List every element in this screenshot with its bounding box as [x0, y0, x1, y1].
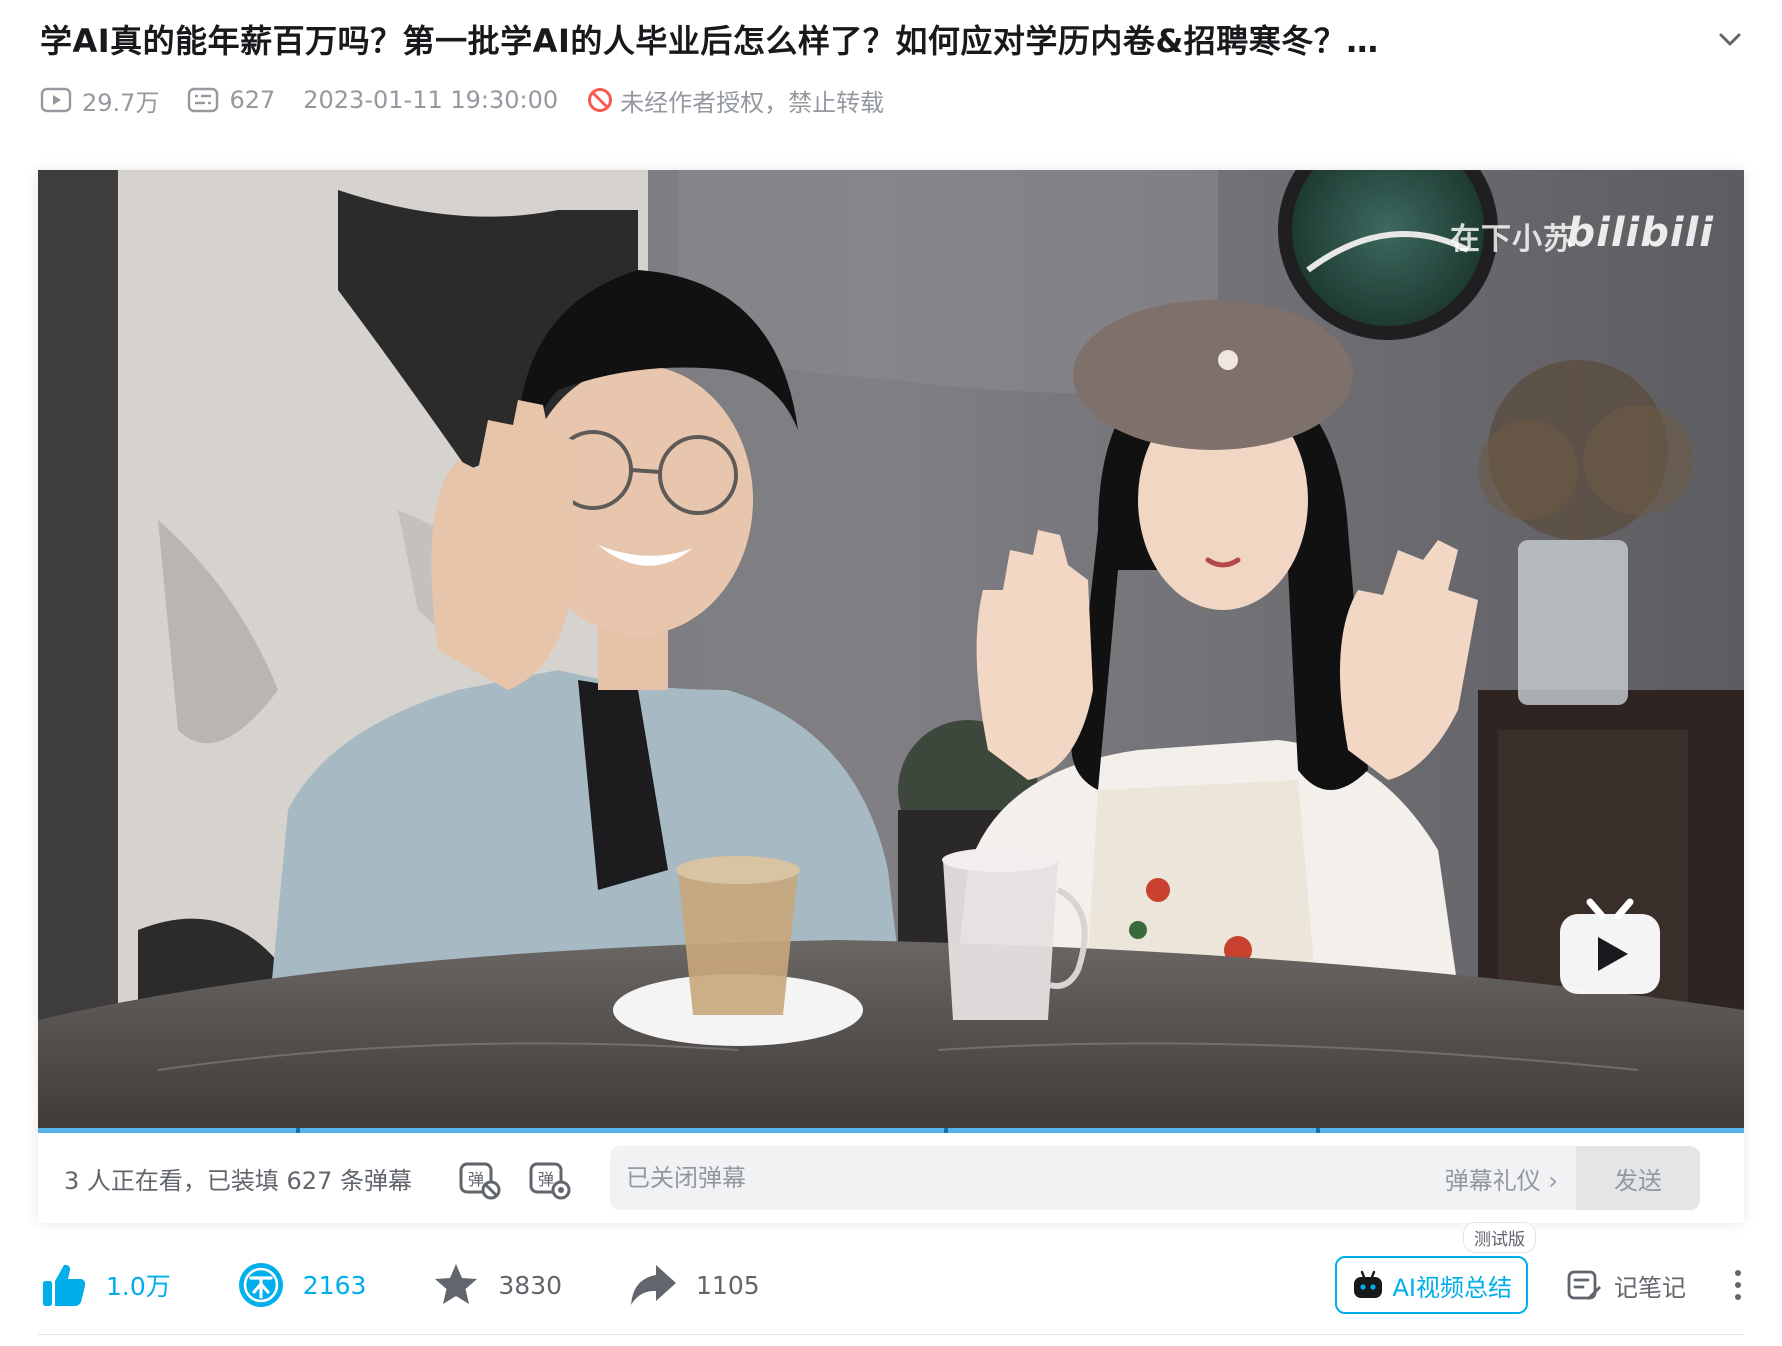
- watermark-logo: bilibili: [1566, 210, 1714, 256]
- video-action-bar: 1.0万 2163 3830 1105 测试版 AI视频总结 记笔记: [40, 1222, 1751, 1317]
- viewer-count-text: 3 人正在看，已装填 627 条弹幕: [64, 1166, 412, 1195]
- danmaku-toggle-icon: 弹: [459, 1162, 501, 1200]
- coin-icon: [238, 1263, 283, 1307]
- like-count: 1.0万: [106, 1272, 171, 1301]
- svg-text:弹: 弹: [468, 1170, 484, 1189]
- tv-play-icon[interactable]: [1556, 892, 1664, 1000]
- section-divider: [38, 1334, 1744, 1335]
- right-actions: 测试版 AI视频总结 记笔记: [1334, 1222, 1751, 1314]
- danmaku-toggle-button[interactable]: 弹: [456, 1155, 502, 1201]
- publish-time: 2023-01-11 19:30:00: [303, 86, 559, 114]
- video-title: 学AI真的能年薪百万吗？第一批学AI的人毕业后怎么样了？如何应对学历内卷&招聘寒…: [40, 22, 1379, 60]
- favorite-count: 3830: [498, 1270, 563, 1300]
- video-player: 在下小苏 bilibili 3 人正在看，已装填 627 条弹幕 弹 弹 已关闭…: [38, 170, 1744, 1223]
- danmaku-bar: 3 人正在看，已装填 627 条弹幕 弹 弹 弹幕礼仪 › 发送: [38, 1133, 1744, 1223]
- more-icon-dot: [1735, 1294, 1741, 1300]
- expand-title-button[interactable]: [1710, 19, 1750, 59]
- play-count-value: 29.7万: [82, 88, 160, 117]
- video-title-row: 学AI真的能年薪百万吗？第一批学AI的人毕业后怎么样了？如何应对学历内卷&招聘寒…: [40, 14, 1750, 64]
- favorite-button[interactable]: 3830: [432, 1261, 562, 1309]
- play-count-icon: [40, 87, 72, 113]
- like-button[interactable]: 1.0万: [40, 1261, 171, 1309]
- danmaku-etiquette-link[interactable]: 弹幕礼仪 ›: [1445, 1161, 1558, 1196]
- share-button[interactable]: 1105: [628, 1261, 760, 1309]
- svg-text:弹: 弹: [538, 1170, 554, 1189]
- more-button[interactable]: [1726, 1267, 1750, 1303]
- danmaku-settings-button[interactable]: 弹: [526, 1155, 572, 1201]
- danmaku-send-button[interactable]: 发送: [1575, 1146, 1700, 1210]
- copyright-notice-text: 未经作者授权，禁止转载: [620, 88, 885, 117]
- copyright-notice: 未经作者授权，禁止转载: [586, 83, 884, 118]
- ai-summary-label: AI视频总结: [1392, 1273, 1513, 1302]
- danmaku-input[interactable]: [609, 1146, 1445, 1210]
- danmaku-input-wrap: 弹幕礼仪 › 发送: [609, 1146, 1700, 1210]
- like-icon: [43, 1264, 86, 1306]
- more-icon-dot: [1735, 1282, 1741, 1288]
- notes-button[interactable]: 记笔记: [1566, 1268, 1686, 1303]
- ai-robot-icon: [1353, 1270, 1382, 1298]
- notes-label: 记笔记: [1614, 1273, 1686, 1302]
- share-count: 1105: [696, 1270, 760, 1300]
- no-repost-icon: [588, 88, 613, 112]
- coin-button[interactable]: 2163: [237, 1261, 367, 1309]
- watermark-author: 在下小苏: [1450, 222, 1574, 257]
- more-icon-dot: [1735, 1270, 1741, 1276]
- danmaku-count: 627: [187, 86, 275, 114]
- ai-summary-button[interactable]: 测试版 AI视频总结: [1334, 1222, 1536, 1314]
- play-count: 29.7万: [40, 83, 159, 118]
- video-scene: [38, 170, 1744, 1128]
- danmaku-count-value: 627: [229, 86, 276, 114]
- star-icon: [435, 1264, 478, 1304]
- danmaku-settings-icon: 弹: [529, 1162, 571, 1200]
- notes-icon: [1567, 1270, 1601, 1300]
- video-meta: 29.7万 627 2023-01-11 19:30:00 未经作者授权，禁止转…: [40, 80, 884, 120]
- beta-badge: 测试版: [1463, 1222, 1536, 1253]
- chevron-down-icon: [1719, 33, 1741, 46]
- danmaku-count-icon: [188, 87, 219, 113]
- coin-count: 2163: [302, 1270, 367, 1300]
- video-frame[interactable]: 在下小苏 bilibili: [38, 170, 1744, 1128]
- share-icon: [631, 1265, 677, 1305]
